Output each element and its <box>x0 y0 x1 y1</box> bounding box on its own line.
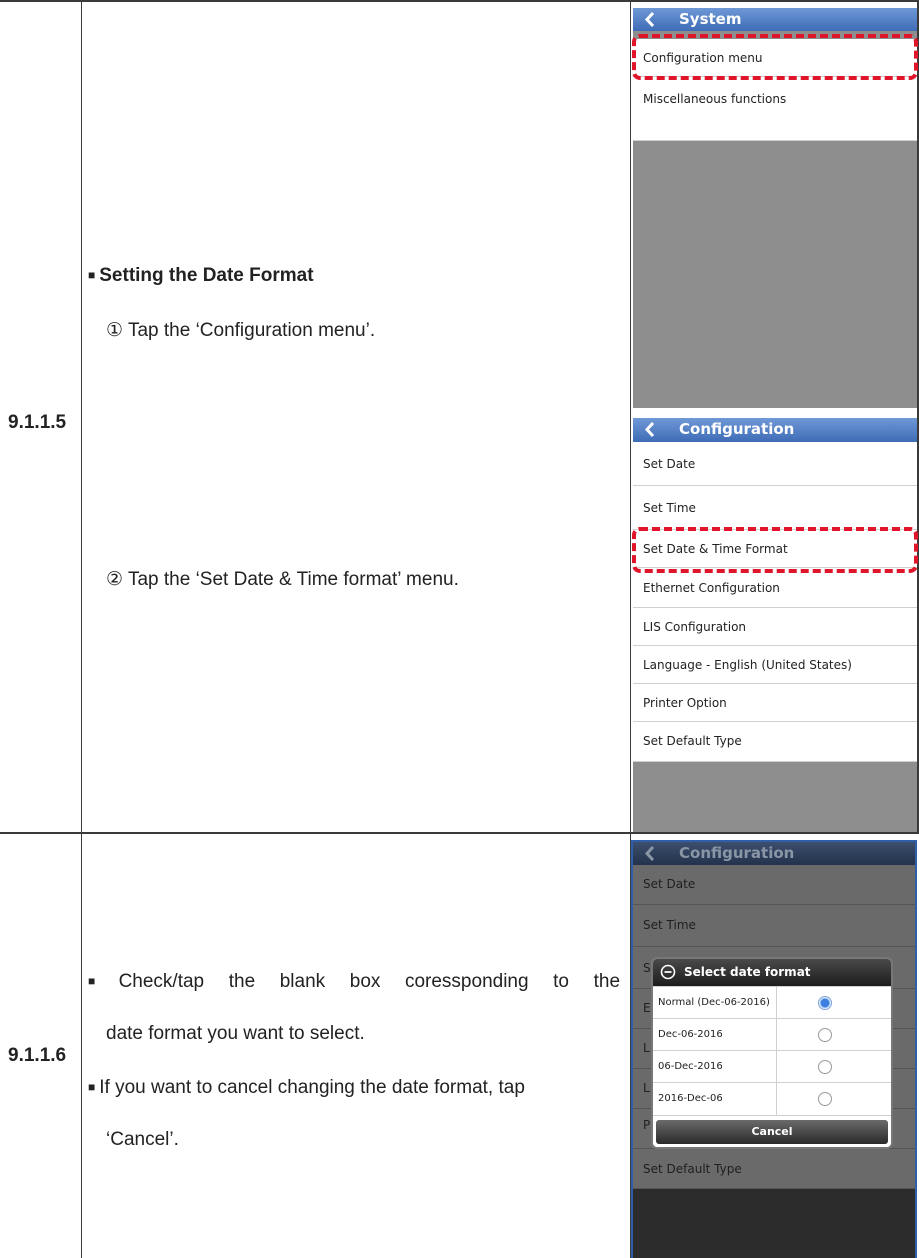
bullet-icon: ■ <box>88 974 115 988</box>
step-2-text: ② Tap the ‘Set Date & Time format’ menu. <box>106 569 459 590</box>
bullet-1-line-2: date format you want to select. <box>106 1023 365 1044</box>
option-label: Dec-06-2016 <box>658 1019 777 1051</box>
heading-text: Setting the Date Format <box>99 265 314 286</box>
menu-item-language[interactable]: Language - English (United States) <box>633 646 917 684</box>
date-format-option[interactable]: Normal (Dec-06-2016) <box>653 986 891 1019</box>
configuration-screen: Configuration Set Date Set Time Set Date… <box>633 418 917 832</box>
cancel-button[interactable]: Cancel <box>656 1120 888 1144</box>
radio-button[interactable] <box>818 1060 832 1074</box>
option-label: 06-Dec-2016 <box>658 1051 777 1083</box>
system-title: System <box>679 10 742 28</box>
back-chevron-icon <box>644 845 655 862</box>
option-label: Normal (Dec-06-2016) <box>658 987 777 1019</box>
menu-item-printer-option[interactable]: Printer Option <box>633 684 917 722</box>
section-number: 9.1.1.5 <box>8 412 67 433</box>
dimmed-item: Set Time <box>633 905 915 947</box>
back-chevron-icon[interactable] <box>642 11 659 28</box>
configuration-title: Configuration <box>679 420 795 438</box>
bullet-1-line-1: ■ Check/tap the blank box coressponding t… <box>88 969 620 994</box>
configuration-header: Configuration <box>633 418 917 442</box>
section-heading: ■ Setting the Date Format <box>88 263 314 288</box>
highlight-set-date-time-format <box>632 527 918 573</box>
highlight-configuration-menu <box>632 34 918 80</box>
bullet-2-line-1-text: If you want to cancel changing the date … <box>99 1077 525 1098</box>
dimmed-configuration-title: Configuration <box>679 844 795 862</box>
dimmed-item: Set Date <box>633 865 915 905</box>
bullet-icon: ■ <box>88 268 96 282</box>
menu-item-ethernet[interactable]: Ethernet Configuration <box>633 568 917 608</box>
dimmed-item-set-default-type: Set Default Type <box>633 1149 915 1189</box>
back-chevron-icon[interactable] <box>642 421 659 438</box>
bullet-2-line-1: ■ If you want to cancel changing the date… <box>88 1075 623 1100</box>
bullet-2-line-2: ‘Cancel’. <box>106 1129 179 1150</box>
dimmed-configuration-header: Configuration <box>633 842 915 865</box>
system-header: System <box>633 8 917 31</box>
menu-item-lis[interactable]: LIS Configuration <box>633 608 917 646</box>
radio-button[interactable] <box>818 1028 832 1042</box>
bullet-icon: ■ <box>88 1080 96 1094</box>
date-format-option[interactable]: Dec-06-2016 <box>653 1018 891 1051</box>
date-format-option[interactable]: 06-Dec-2016 <box>653 1050 891 1083</box>
bullet-1-line-1-text: Check/tap the blank box coressponding to… <box>118 971 621 992</box>
radio-button-selected[interactable] <box>818 996 832 1010</box>
dialog-title: Select date format <box>684 965 811 979</box>
menu-item-miscellaneous[interactable]: Miscellaneous functions <box>633 77 917 141</box>
menu-item-set-time[interactable]: Set Time <box>633 486 917 530</box>
section-number: 9.1.1.6 <box>8 1045 67 1066</box>
table-col-divider-1 <box>81 0 82 1258</box>
date-format-dialog-screen: Configuration Set Date Set Time S E L L … <box>633 842 915 1258</box>
dialog-header: Select date format <box>653 959 891 986</box>
table-row-divider <box>0 832 919 834</box>
table-col-divider-2 <box>630 0 631 1258</box>
date-format-option[interactable]: 2016-Dec-06 <box>653 1082 891 1116</box>
select-date-format-dialog: Select date format Normal (Dec-06-2016) … <box>653 959 891 1147</box>
menu-item-set-date[interactable]: Set Date <box>633 442 917 486</box>
radio-button[interactable] <box>818 1092 832 1106</box>
table-border-top <box>0 0 919 2</box>
menu-item-set-default-type[interactable]: Set Default Type <box>633 722 917 762</box>
step-1-text: ① Tap the ‘Configuration menu’. <box>106 320 376 341</box>
minus-circle-icon <box>660 964 676 980</box>
option-label: 2016-Dec-06 <box>658 1083 777 1115</box>
